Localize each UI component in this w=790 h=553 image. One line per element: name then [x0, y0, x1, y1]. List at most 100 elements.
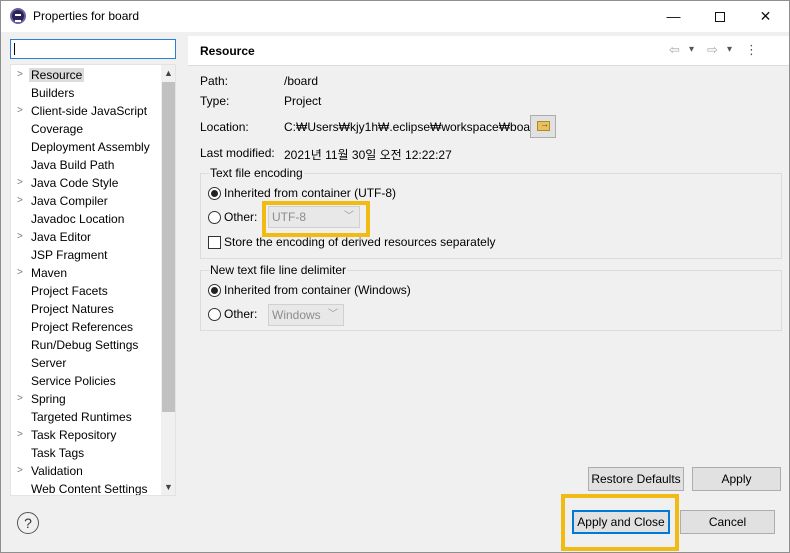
page-header: Resource ⇦ ▾ ⇨ ▾ ⋮	[188, 36, 789, 66]
tree-item-label: Server	[31, 356, 67, 370]
tree-item[interactable]: Service Policies	[11, 372, 161, 390]
tree-item[interactable]: > Task Repository	[11, 426, 161, 444]
tree-item-label: Web Content Settings	[31, 482, 148, 496]
encoding-inherited-label: Inherited from container (UTF-8)	[224, 186, 397, 200]
type-value: Project	[284, 94, 322, 108]
tree-item-label: Java Compiler	[31, 194, 108, 208]
restore-defaults-button[interactable]: Restore Defaults	[588, 467, 684, 491]
tree-item[interactable]: Run/Debug Settings	[11, 336, 161, 354]
dialog-button-bar: ? Apply and Close Cancel	[1, 496, 789, 552]
view-menu-icon[interactable]: ⋮	[745, 42, 758, 58]
tree-item[interactable]: > Java Code Style	[11, 174, 161, 192]
close-button[interactable]: ✕	[743, 1, 788, 32]
tree-item-label: Spring	[31, 392, 66, 406]
forward-arrow-icon[interactable]: ⇨	[707, 42, 718, 58]
maximize-button[interactable]	[697, 1, 742, 32]
apply-button[interactable]: Apply	[692, 467, 781, 491]
encoding-other-select[interactable]: UTF-8 ﹀	[268, 206, 360, 228]
encoding-inherited-radio[interactable]	[208, 187, 221, 200]
tree-list: > Resource Builders > Client-side JavaScript…	[11, 65, 161, 496]
tree-item-label: Task Repository	[31, 428, 117, 442]
tree-item[interactable]: Project Natures	[11, 300, 161, 318]
tree-item-label: Project References	[31, 320, 134, 334]
tree-item[interactable]: Project Facets	[11, 282, 161, 300]
cancel-button[interactable]: Cancel	[680, 510, 775, 534]
delimiter-other-radio[interactable]	[208, 308, 221, 321]
tree-item[interactable]: > Client-side JavaScript	[11, 102, 161, 120]
title-bar: Properties for board — ✕	[1, 1, 789, 32]
line-delimiter-group: New text file line delimiter Inherited f…	[200, 263, 782, 331]
resource-page: Resource ⇦ ▾ ⇨ ▾ ⋮ Path: /board Type: Pr…	[188, 36, 789, 496]
tree-item[interactable]: Targeted Runtimes	[11, 408, 161, 426]
tree-item[interactable]: Server	[11, 354, 161, 372]
eclipse-icon	[10, 8, 26, 24]
store-encoding-checkbox[interactable]	[208, 236, 221, 249]
tree-item[interactable]: Project References	[11, 318, 161, 336]
delimiter-inherited-radio[interactable]	[208, 284, 221, 297]
filter-input[interactable]	[10, 39, 176, 59]
tree-item[interactable]: Deployment Assembly	[11, 138, 161, 156]
tree-item-label: Resource	[29, 68, 85, 82]
apply-and-close-button[interactable]: Apply and Close	[572, 510, 670, 534]
delimiter-other-select[interactable]: Windows ﹀	[268, 304, 344, 326]
tree-item[interactable]: Coverage	[11, 120, 161, 138]
expand-arrow-icon[interactable]: >	[17, 102, 27, 120]
expand-arrow-icon[interactable]: >	[17, 192, 27, 210]
tree-item[interactable]: JSP Fragment	[11, 246, 161, 264]
encoding-other-label: Other:	[224, 210, 258, 224]
tree-item-label: Project Natures	[31, 302, 114, 316]
back-dropdown-icon[interactable]: ▾	[689, 44, 694, 55]
show-in-explorer-button[interactable]	[530, 115, 556, 138]
tree-item[interactable]: > Java Compiler	[11, 192, 161, 210]
expand-arrow-icon[interactable]: >	[17, 462, 27, 480]
tree-item-label: Builders	[31, 86, 75, 100]
tree-item[interactable]: > Validation	[11, 462, 161, 480]
encoding-other-radio[interactable]	[208, 211, 221, 224]
expand-arrow-icon[interactable]: >	[17, 390, 27, 408]
store-encoding-label: Store the encoding of derived resources …	[224, 235, 496, 249]
tree-item[interactable]: > Resource	[11, 66, 161, 84]
back-arrow-icon[interactable]: ⇦	[669, 42, 680, 58]
category-tree: > Resource Builders > Client-side JavaScript…	[10, 64, 176, 496]
line-delimiter-title: New text file line delimiter	[209, 263, 348, 277]
tree-item-label: Coverage	[31, 122, 84, 136]
tree-item[interactable]: Builders	[11, 84, 161, 102]
scroll-up-icon[interactable]: ▲	[161, 65, 175, 81]
tree-item-label: Targeted Runtimes	[31, 410, 132, 424]
tree-item-label: Java Code Style	[31, 176, 119, 190]
minimize-button[interactable]: —	[651, 1, 696, 32]
tree-scrollbar[interactable]: ▲ ▼	[161, 65, 175, 495]
tree-item-label: Validation	[31, 464, 83, 478]
text-encoding-title: Text file encoding	[209, 166, 304, 180]
tree-item[interactable]: Task Tags	[11, 444, 161, 462]
tree-item-label: Javadoc Location	[31, 212, 125, 226]
tree-item-label: Java Editor	[31, 230, 92, 244]
page-nav: ⇦ ▾ ⇨ ▾ ⋮	[669, 42, 779, 60]
modified-value: 2021년 11월 30일 오전 12:22:27	[284, 148, 452, 162]
chevron-down-icon: ﹀	[344, 211, 354, 222]
properties-dialog: Properties for board — ✕ > Resource Builde…	[0, 0, 790, 553]
expand-arrow-icon[interactable]: >	[17, 264, 27, 282]
expand-arrow-icon[interactable]: >	[17, 426, 27, 444]
scroll-down-icon[interactable]: ▼	[161, 479, 175, 495]
tree-item[interactable]: Web Content Settings	[11, 480, 161, 496]
help-icon[interactable]: ?	[17, 512, 39, 534]
scroll-thumb[interactable]	[162, 82, 175, 412]
tree-item[interactable]: > Java Editor	[11, 228, 161, 246]
window-title: Properties for board	[33, 9, 140, 23]
page-title: Resource	[200, 44, 255, 58]
expand-arrow-icon[interactable]: >	[17, 66, 27, 84]
tree-item-label: Project Facets	[31, 284, 108, 298]
tree-item[interactable]: Javadoc Location	[11, 210, 161, 228]
forward-dropdown-icon[interactable]: ▾	[727, 44, 732, 55]
tree-item[interactable]: > Maven	[11, 264, 161, 282]
expand-arrow-icon[interactable]: >	[17, 174, 27, 192]
expand-arrow-icon[interactable]: >	[17, 228, 27, 246]
delimiter-other-value: Windows	[272, 308, 321, 322]
delimiter-other-label: Other:	[224, 307, 258, 321]
location-value: C:₩Users₩kjy1h₩.eclipse₩workspace₩board	[284, 120, 541, 134]
folder-open-icon	[537, 119, 550, 131]
tree-item[interactable]: > Spring	[11, 390, 161, 408]
tree-item[interactable]: Java Build Path	[11, 156, 161, 174]
tree-item-label: JSP Fragment	[31, 248, 108, 262]
